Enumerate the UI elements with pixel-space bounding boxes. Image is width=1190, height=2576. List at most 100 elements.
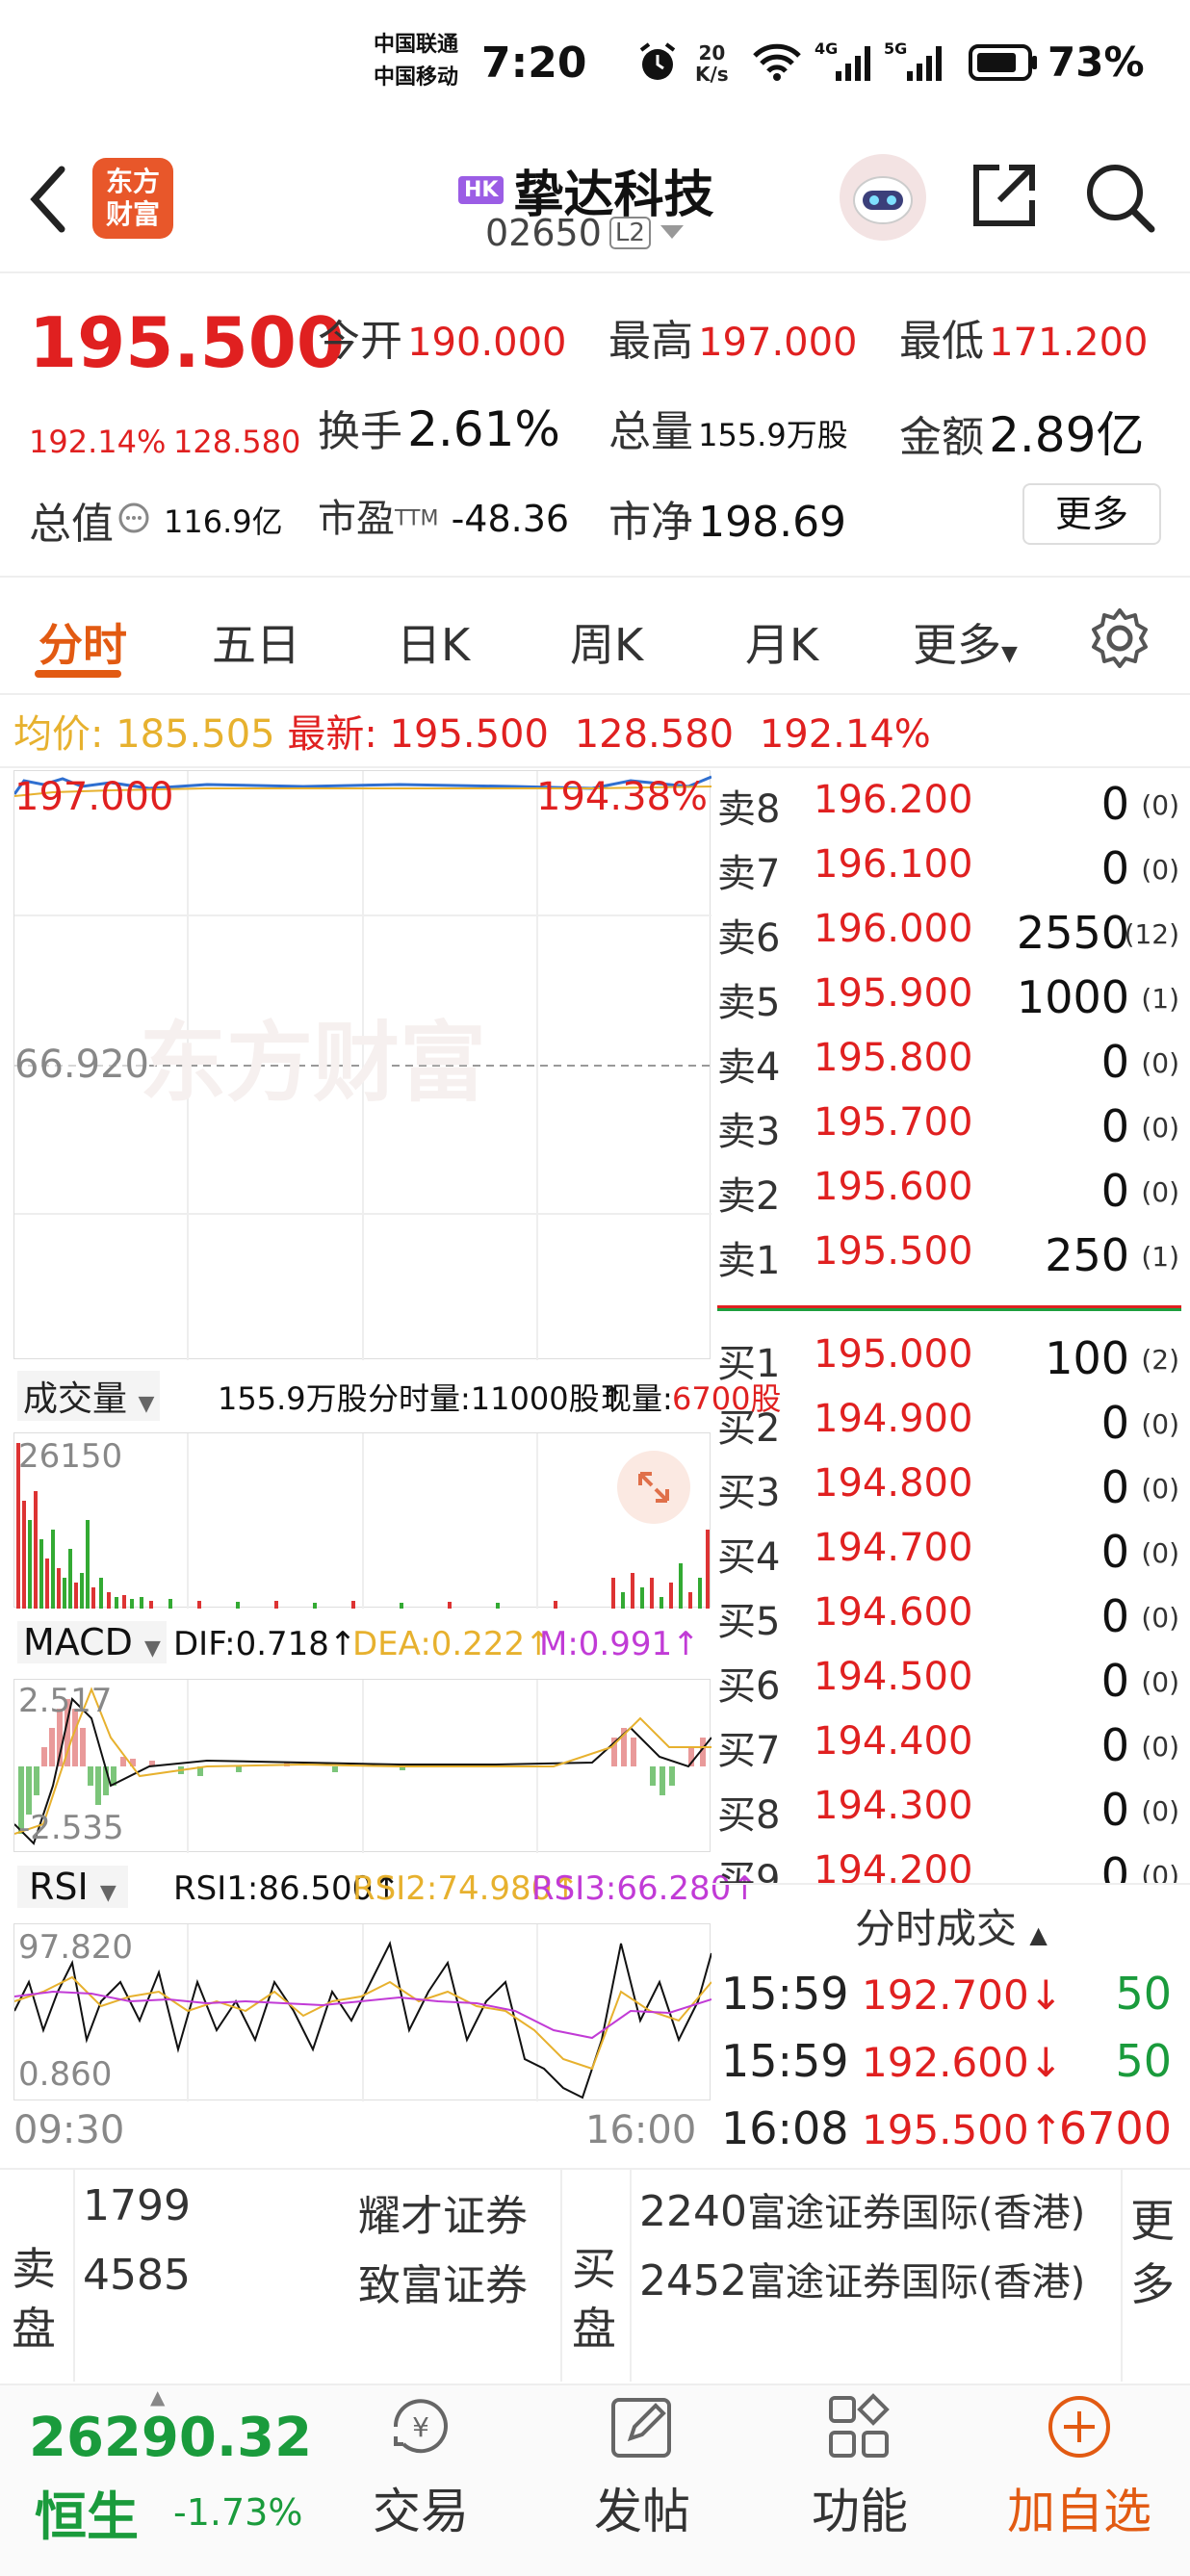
macd-select[interactable]: MACD ▼: [17, 1621, 167, 1663]
tab-five-day[interactable]: 五日: [212, 610, 300, 674]
bid-row[interactable]: 买3 194.800 0 (0): [717, 1461, 1179, 1525]
volume-chart[interactable]: 26150: [13, 1432, 711, 1609]
volume-max-label: 26150: [18, 1437, 123, 1476]
post-label: 发帖: [594, 2484, 690, 2539]
bid-order-count: (0): [1141, 1602, 1179, 1634]
trade-button[interactable]: ¥ 交易: [339, 2392, 503, 2542]
bid-level-label: 买8: [717, 1793, 781, 1838]
bid-volume: 100: [1045, 1332, 1129, 1384]
tick-volume: 6700: [1058, 2102, 1172, 2154]
rsi-select[interactable]: RSI ▼: [17, 1866, 128, 1908]
pb-field: 市净 198.69: [608, 487, 846, 549]
index-ticker[interactable]: 26290.32 恒生 -1.73%: [0, 2387, 327, 2576]
pe-superscript: TTM: [395, 506, 439, 531]
more-button[interactable]: 更多: [1022, 483, 1161, 545]
bid-volume: 0: [1100, 1526, 1129, 1578]
pb-value: 198.69: [698, 498, 847, 547]
tab-more[interactable]: 更多▼: [913, 610, 1018, 674]
post-button[interactable]: 发帖: [560, 2392, 724, 2542]
ask-price: 195.600: [814, 1165, 973, 1209]
ask-order-count: (0): [1141, 854, 1179, 886]
ask-level-label: 卖4: [717, 1045, 781, 1090]
index-value: 26290.32: [29, 2407, 313, 2469]
bid-price: 195.000: [814, 1332, 973, 1377]
pe-label: 市盈: [318, 497, 395, 541]
ask-row[interactable]: 卖6 196.000 2550 (12): [717, 907, 1179, 970]
rsi-header: RSI ▼ RSI1:86.500↑ RSI2:74.980↑ RSI3:66.…: [13, 1862, 759, 1918]
function-button[interactable]: 功能: [778, 2392, 942, 2542]
bid-order-count: (0): [1141, 1860, 1179, 1885]
clock: 7:20: [481, 39, 587, 88]
svg-text:5G: 5G: [884, 39, 907, 58]
bid-row[interactable]: 买5 194.600 0 (0): [717, 1590, 1179, 1654]
high-field: 最高 197.000: [608, 306, 858, 368]
sell-broker-id: 1799: [83, 2181, 191, 2230]
sell-queue-label: 卖盘: [12, 2239, 56, 2358]
add-watchlist-button[interactable]: 加自选: [997, 2392, 1161, 2542]
sell-queue-label-2: 盘: [12, 2303, 56, 2355]
tab-monthly-k[interactable]: 月K: [745, 610, 818, 674]
volume-indicator-select[interactable]: 成交量 ▼: [17, 1371, 161, 1421]
search-icon[interactable]: [1082, 160, 1159, 241]
latest-pct: 192.14%: [759, 712, 931, 757]
expand-icon[interactable]: [617, 1451, 690, 1524]
net-speed: 20 K/s: [695, 42, 729, 85]
macd-header: MACD ▼ DIF:0.718↑ DEA:0.222↑ M:0.991↑: [13, 1617, 711, 1673]
stock-header: 东方 财富 HK 挚达科技 02650 L2: [0, 125, 1190, 270]
ask-order-count: (0): [1141, 1112, 1179, 1144]
queue-divider: [560, 2170, 562, 2382]
mktcap-value: 116.9亿: [164, 503, 283, 540]
caret-down-icon: ▼: [138, 1392, 155, 1416]
ask-row[interactable]: 卖1 195.500 250 (1): [717, 1229, 1179, 1293]
add-circle-icon: [1048, 2396, 1110, 2458]
back-button[interactable]: [27, 164, 69, 239]
ask-level-label: 卖2: [717, 1174, 781, 1219]
ask-price: 195.700: [814, 1100, 973, 1145]
bid-row[interactable]: 买4 194.700 0 (0): [717, 1526, 1179, 1589]
bid-price: 194.600: [814, 1590, 973, 1635]
ticks-title-label: 分时成交: [855, 1905, 1018, 1952]
tab-daily-k[interactable]: 日K: [397, 610, 470, 674]
ask-row[interactable]: 卖2 195.600 0 (0): [717, 1165, 1179, 1228]
rsi-chart[interactable]: 97.820 0.860: [13, 1923, 711, 2101]
turnover-label: 换手: [318, 407, 402, 456]
bid-row[interactable]: 买9 194.200 0 (0): [717, 1848, 1179, 1885]
app-logo[interactable]: 东方 财富: [92, 158, 173, 239]
ticks-title[interactable]: 分时成交 ▲: [855, 1896, 1048, 1955]
ask-row[interactable]: 卖3 195.700 0 (0): [717, 1100, 1179, 1164]
tab-weekly-k[interactable]: 周K: [570, 610, 643, 674]
caret-up-icon: ▲: [1029, 1921, 1048, 1948]
mktcap-field[interactable]: 总值 116.9亿: [29, 489, 283, 551]
tab-intraday[interactable]: 分时: [39, 610, 127, 674]
share-icon[interactable]: [967, 158, 1042, 237]
level-badge: L2: [608, 217, 651, 249]
macd-chart[interactable]: 2.517 -2.535: [13, 1679, 711, 1853]
bid-row[interactable]: 买1 195.000 100 (2): [717, 1332, 1179, 1396]
ask-order-count: (0): [1141, 1047, 1179, 1079]
intraday-price-chart[interactable]: 东方财富 197.000 194.38% 66.920: [13, 770, 711, 1360]
ask-row[interactable]: 卖8 196.200 0 (0): [717, 778, 1179, 841]
bid-row[interactable]: 买6 194.500 0 (0): [717, 1655, 1179, 1718]
tick-row: 16:08 195.500↑ 6700: [717, 2102, 1185, 2170]
bid-row[interactable]: 买8 194.300 0 (0): [717, 1784, 1179, 1847]
info-icon: [117, 502, 150, 538]
bid-row[interactable]: 买2 194.900 0 (0): [717, 1397, 1179, 1460]
ask-price: 195.900: [814, 971, 973, 1016]
ask-row[interactable]: 卖5 195.900 1000 (1): [717, 971, 1179, 1035]
tab-active-indicator: [35, 670, 121, 678]
stock-code-row[interactable]: 02650 L2: [485, 212, 686, 254]
bid-level-label: 买3: [717, 1471, 781, 1515]
tick-time: 15:59: [721, 1968, 849, 2020]
turnover-value: 2.61%: [407, 401, 560, 457]
settings-gear-icon[interactable]: [1088, 606, 1151, 674]
battery-icon: [969, 44, 1038, 85]
robot-assistant-icon[interactable]: [840, 154, 926, 241]
bid-volume: 0: [1100, 1590, 1129, 1642]
ask-level-label: 卖3: [717, 1110, 781, 1154]
ask-row[interactable]: 卖4 195.800 0 (0): [717, 1036, 1179, 1099]
latest-value: 195.500: [389, 712, 549, 757]
buy-broker-row: 2452富途证券国际(香港): [639, 2251, 1085, 2306]
broker-more-button[interactable]: 更多: [1130, 2189, 1175, 2316]
bid-row[interactable]: 买7 194.400 0 (0): [717, 1719, 1179, 1783]
ask-row[interactable]: 卖7 196.100 0 (0): [717, 842, 1179, 906]
